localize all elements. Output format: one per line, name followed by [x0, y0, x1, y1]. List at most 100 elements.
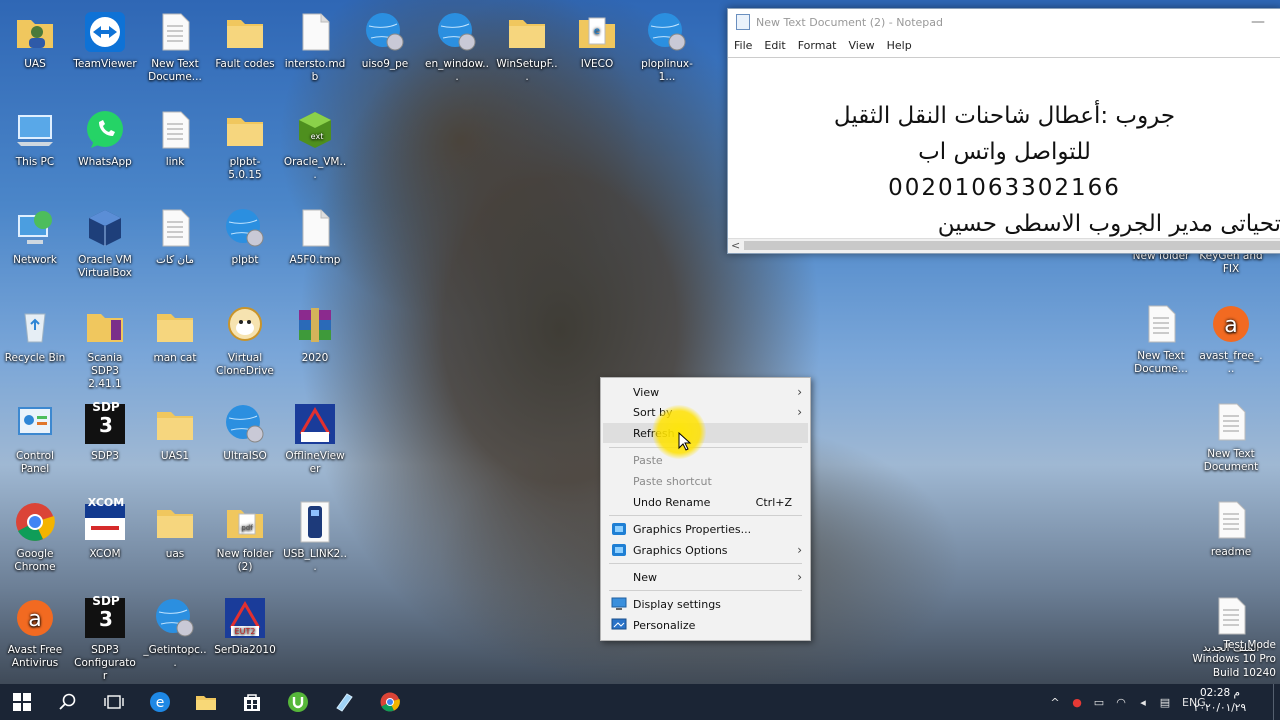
- scroll-left-arrow[interactable]: <: [731, 239, 740, 252]
- icon-label: New Text Docume...: [148, 58, 202, 83]
- desktop-icon-2020[interactable]: 2020: [282, 300, 348, 365]
- desktop-icon-whatsapp[interactable]: WhatsApp: [72, 104, 138, 169]
- desktop-icon-serdia2010[interactable]: EUT2 SerDia2010: [212, 592, 278, 657]
- icon-label: plpbt-5.0.15: [228, 156, 262, 181]
- minimize-button[interactable]: —: [1235, 14, 1280, 30]
- desktop-icon-man-cat[interactable]: man cat: [142, 300, 208, 365]
- desktop-icon-getintopc[interactable]: _Getintopc...: [142, 592, 208, 670]
- desktop-icon-this-pc[interactable]: This PC: [2, 104, 68, 169]
- desktop-icon-ploplinux[interactable]: ploplinux-1...: [634, 6, 700, 84]
- svg-text:a: a: [1224, 313, 1237, 338]
- store-icon: [244, 694, 260, 711]
- notepad-window[interactable]: New Text Document (2) - Notepad — File E…: [727, 8, 1280, 254]
- menu-item-sort-by[interactable]: Sort by ›: [603, 402, 808, 422]
- start-button[interactable]: [0, 684, 44, 720]
- desktop-icon-winsetupf[interactable]: WinSetupF...: [494, 6, 560, 84]
- desktop-icon-plpbt[interactable]: plpbt: [212, 202, 278, 267]
- desktop-icon-avast-free-setup[interactable]: a avast_free_...: [1198, 298, 1264, 376]
- folder-icon: [157, 314, 193, 342]
- task-view-button[interactable]: [92, 684, 136, 720]
- desktop-icon-readme[interactable]: readme: [1198, 494, 1264, 559]
- taskbar-file-explorer[interactable]: [184, 684, 228, 720]
- menu-view[interactable]: View: [843, 39, 881, 52]
- avast-icon: a: [1213, 306, 1249, 342]
- chevron-right-icon: ›: [797, 385, 802, 399]
- menu-item-graphics-options[interactable]: Graphics Options ›: [603, 540, 808, 560]
- desktop-icon-link[interactable]: link: [142, 104, 208, 169]
- volume-icon[interactable]: ◂: [1132, 696, 1154, 709]
- taskbar-edge[interactable]: e: [138, 684, 182, 720]
- antivirus-tray-icon[interactable]: ●: [1066, 696, 1088, 709]
- desktop-icon-uas[interactable]: UAS: [2, 6, 68, 71]
- desktop-icon-avast-free-antivirus[interactable]: a Avast Free Antivirus: [2, 592, 68, 670]
- desktop-icon-oracle-vm-ext[interactable]: ext Oracle_VM...: [282, 104, 348, 182]
- menu-item-paste[interactable]: Paste: [603, 450, 808, 470]
- taskbar-chrome[interactable]: [368, 684, 412, 720]
- taskbar-utorrent[interactable]: [276, 684, 320, 720]
- virtualbox-icon: [89, 210, 121, 246]
- desktop-icon-recycle-bin[interactable]: Recycle Bin: [2, 300, 68, 365]
- menu-item-paste-shortcut[interactable]: Paste shortcut: [603, 471, 808, 491]
- desktop-icon-plpbt-5015[interactable]: plpbt-5.0.15: [212, 104, 278, 182]
- menu-file[interactable]: File: [728, 39, 758, 52]
- desktop-icon-google-chrome[interactable]: Google Chrome: [2, 496, 68, 574]
- action-center-tray-icon[interactable]: ▤: [1154, 696, 1176, 709]
- desktop-icon-teamviewer[interactable]: TeamViewer: [72, 6, 138, 71]
- taskbar-notepad[interactable]: [322, 684, 366, 720]
- menu-format[interactable]: Format: [792, 39, 843, 52]
- menu-item-graphics-properties[interactable]: Graphics Properties...: [603, 519, 808, 539]
- show-desktop-button[interactable]: [1273, 684, 1280, 720]
- desktop-icon-new-text-document[interactable]: New Text Docume...: [142, 6, 208, 84]
- desktop-icon-uas1[interactable]: UAS1: [142, 398, 208, 463]
- scrollbar-thumb[interactable]: [744, 241, 1280, 250]
- desktop-icon-offlineviewer[interactable]: OfflineViewer: [282, 398, 348, 476]
- text-document-icon: [1218, 403, 1246, 441]
- menu-item-personalize[interactable]: Personalize: [603, 615, 808, 635]
- desktop-icon-man-cat-arabic[interactable]: مان كات: [142, 202, 208, 267]
- taskbar-store[interactable]: [230, 684, 274, 720]
- menu-item-view[interactable]: View ›: [603, 382, 808, 402]
- wifi-icon[interactable]: ◠: [1110, 696, 1132, 709]
- desktop-icon-virtual-clonedrive[interactable]: Virtual CloneDrive: [212, 300, 278, 378]
- desktop-icon-a5f0-tmp[interactable]: A5F0.tmp: [282, 202, 348, 267]
- menu-edit[interactable]: Edit: [758, 39, 791, 52]
- teamviewer-icon: [85, 12, 125, 52]
- desktop-icon-uas-folder[interactable]: uas: [142, 496, 208, 561]
- desktop-icon-network[interactable]: Network: [2, 202, 68, 267]
- recycle-bin-icon: [24, 313, 46, 343]
- desktop-icon-new-folder-2[interactable]: pdf New folder (2): [212, 496, 278, 574]
- icon-label: Virtual CloneDrive: [216, 352, 274, 377]
- desktop-icon-scania-sdp3[interactable]: Scania SDP3 2.41.1: [72, 300, 138, 391]
- icon-label: link: [165, 156, 185, 168]
- sdp-badge: SDP 3: [92, 400, 120, 437]
- search-button[interactable]: [46, 684, 90, 720]
- sdp-badge: SDP 3: [92, 594, 120, 631]
- notepad-text-area[interactable]: جروب :أعطال شاحنات النقل الثقيل للتواصل …: [728, 57, 1280, 239]
- desktop-icon-usb-link2[interactable]: USB_LINK2...: [282, 496, 348, 574]
- desktop-icon-intersto-mdb[interactable]: intersto.mdb: [282, 6, 348, 84]
- desktop-icon-iveco[interactable]: e IVECO: [564, 6, 630, 71]
- menu-item-display-settings[interactable]: Display settings: [603, 594, 808, 614]
- desktop-icon-new-text-document-right[interactable]: New Text Docume...: [1128, 298, 1194, 376]
- show-hidden-icons-chevron[interactable]: ^: [1044, 696, 1066, 709]
- desktop-icon-control-panel[interactable]: Control Panel: [2, 398, 68, 476]
- desktop-icon-oracle-vm-virtualbox[interactable]: Oracle VM VirtualBox: [72, 202, 138, 280]
- battery-icon[interactable]: ▭: [1088, 696, 1110, 709]
- menu-help[interactable]: Help: [881, 39, 918, 52]
- horizontal-scrollbar[interactable]: <: [728, 238, 1280, 253]
- desktop-icon-en-windows[interactable]: en_window...: [424, 6, 490, 84]
- desktop-icon-uiso9-pe[interactable]: uiso9_pe: [352, 6, 418, 71]
- icon-label: avast_free_...: [1199, 350, 1263, 375]
- icon-label: Recycle Bin: [4, 352, 66, 364]
- menu-item-new[interactable]: New ›: [603, 567, 808, 587]
- task-view-icon: [104, 695, 124, 709]
- menu-item-undo-rename[interactable]: Undo Rename Ctrl+Z: [603, 492, 808, 512]
- taskbar-clock[interactable]: 02:28 م ٢٠٢٠/٠١/٢٩: [1190, 686, 1250, 716]
- notepad-titlebar[interactable]: New Text Document (2) - Notepad —: [728, 9, 1280, 35]
- desktop-icon-fault-codes[interactable]: Fault codes: [212, 6, 278, 71]
- desktop-icon-new-text-document-2[interactable]: New Text Document: [1198, 396, 1264, 474]
- desktop[interactable]: UAS This PC Network Recycle Bin Control …: [0, 0, 1280, 684]
- svg-text:a: a: [28, 607, 41, 632]
- desktop-icon-ultraiso[interactable]: UltraISO: [212, 398, 278, 463]
- extension-cube-icon: ext: [299, 112, 331, 148]
